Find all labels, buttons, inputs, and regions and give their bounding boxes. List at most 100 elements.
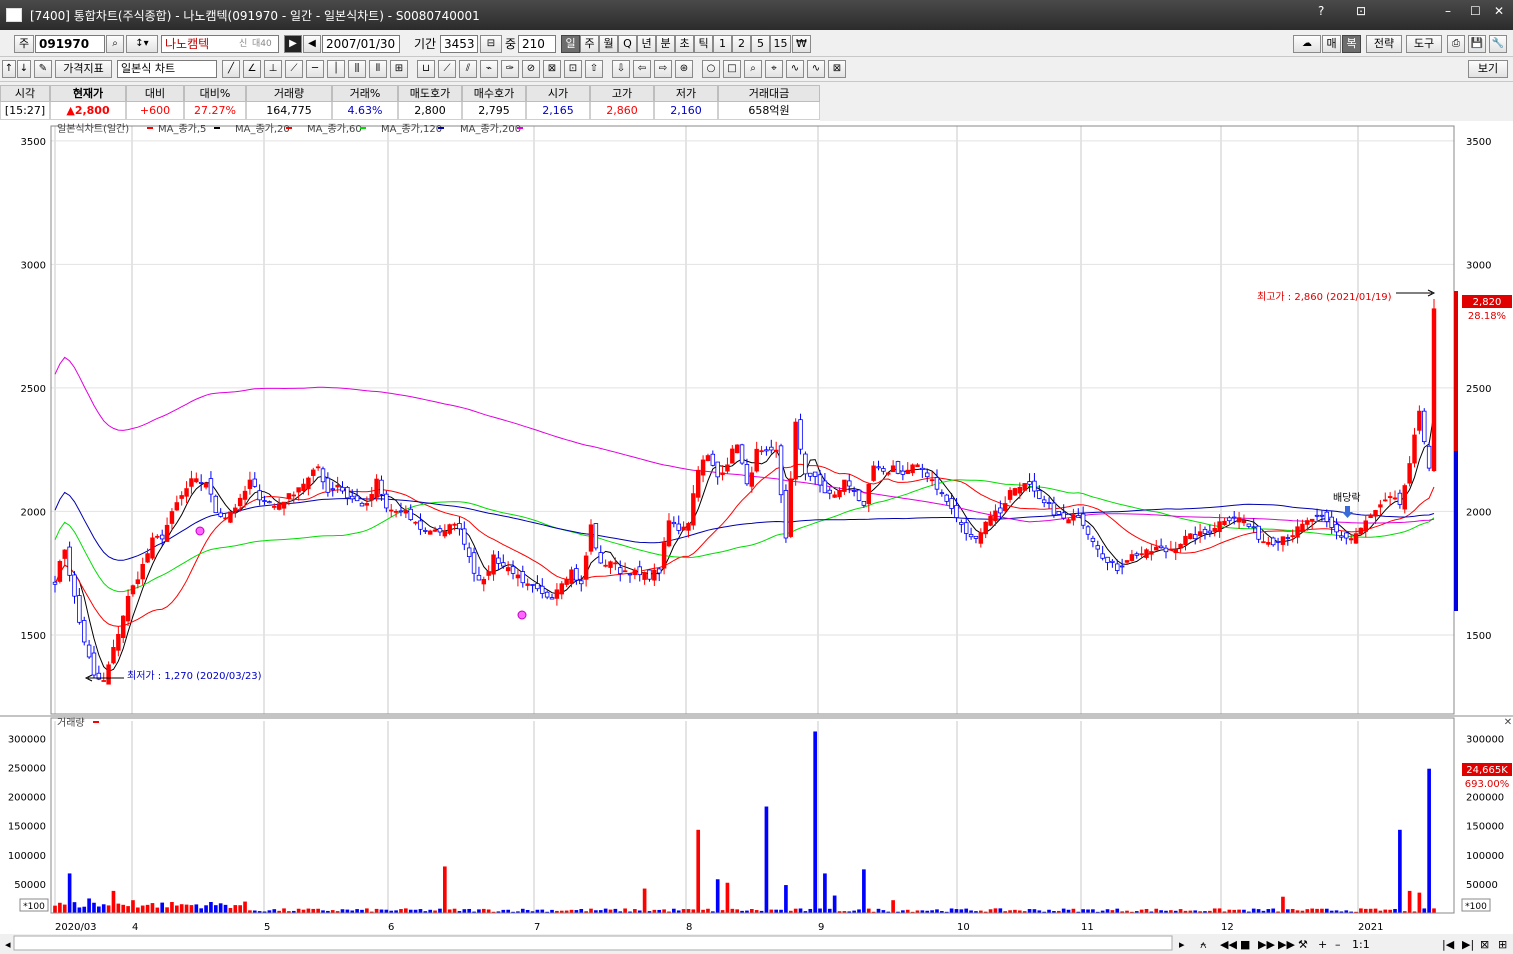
draw-tool-icon[interactable]: ⌕ xyxy=(744,60,762,78)
indicator-edit-icon[interactable]: ✎ xyxy=(34,60,52,78)
search-icon[interactable]: ⌕ xyxy=(106,35,124,53)
interval-1[interactable]: 1 xyxy=(713,35,732,53)
arrow-down-icon[interactable]: ↓ xyxy=(17,60,31,78)
save-icon[interactable]: 💾 xyxy=(1468,35,1486,53)
draw-tool-icon[interactable]: ─ xyxy=(306,60,324,78)
scroll-control-icon[interactable]: ▶▶ xyxy=(1258,938,1275,951)
scroll-control-icon[interactable]: ◂ xyxy=(5,938,11,951)
draw-tool-icon[interactable]: ∿ xyxy=(807,60,825,78)
market-selector[interactable]: 주 xyxy=(14,35,34,53)
draw-tool-icon[interactable]: ⟋ xyxy=(438,60,456,78)
volume-bar xyxy=(959,909,964,913)
scroll-control-icon[interactable]: ⚒ xyxy=(1298,938,1308,951)
draw-tool-icon[interactable]: │ xyxy=(327,60,345,78)
stock-chart[interactable]: 2020/03 4 5 6 7 8 9 10 11 12 2021 1500 1500 2000 2000 2… xyxy=(0,121,1513,954)
sort-icon[interactable]: ↕▾ xyxy=(126,35,158,53)
draw-tool-icon[interactable]: ⫼ xyxy=(348,60,366,78)
draw-tool-icon[interactable]: ⌖ xyxy=(765,60,783,78)
draw-tool-icon[interactable]: ⟋ xyxy=(285,60,303,78)
draw-tool-icon[interactable]: ╱ xyxy=(222,60,240,78)
scroll-control-icon[interactable]: ■ xyxy=(1240,938,1250,951)
scroll-control-icon[interactable]: ⊞ xyxy=(1498,938,1507,951)
view-count-input[interactable]: 210 xyxy=(518,35,556,53)
interval-quarter[interactable]: Q xyxy=(618,35,637,53)
draw-tool-icon[interactable]: ○ xyxy=(702,60,720,78)
scroll-control-icon[interactable]: + xyxy=(1318,938,1327,951)
print-icon[interactable]: ⎙ xyxy=(1447,35,1465,53)
draw-tool-icon[interactable]: ⊘ xyxy=(522,60,540,78)
volume-bar xyxy=(1310,908,1315,913)
trade-button[interactable]: 매 xyxy=(1322,35,1341,53)
arrow-up-icon[interactable]: ↑ xyxy=(2,60,16,78)
maximize-button[interactable]: ☐ xyxy=(1470,4,1481,18)
play-right-icon[interactable]: ▶ xyxy=(284,35,302,53)
close-button[interactable]: ✕ xyxy=(1494,4,1504,18)
date-input[interactable]: 2007/01/30 xyxy=(322,35,400,53)
currency-button[interactable]: ₩ xyxy=(792,35,811,53)
scroll-control-icon[interactable]: ▶▶ xyxy=(1278,938,1295,951)
draw-tool-icon[interactable]: □ xyxy=(723,60,741,78)
close-panel-icon[interactable]: ✕ xyxy=(1504,717,1512,728)
draw-tool-icon[interactable]: ⊠ xyxy=(543,60,561,78)
draw-tool-icon[interactable]: ⦀ xyxy=(369,60,387,78)
draw-tool-icon[interactable]: ⇦ xyxy=(633,60,651,78)
margin-badge: 대40 xyxy=(252,39,272,49)
interval-5[interactable]: 5 xyxy=(751,35,770,53)
interval-week[interactable]: 주 xyxy=(580,35,599,53)
interval-second[interactable]: 초 xyxy=(675,35,694,53)
interval-tick[interactable]: 틱 xyxy=(694,35,713,53)
draw-tool-icon[interactable]: ⇨ xyxy=(654,60,672,78)
minimize-button[interactable]: – xyxy=(1445,4,1451,18)
horizontal-scrollbar[interactable] xyxy=(13,935,1173,951)
strategy-button[interactable]: 전략 xyxy=(1366,35,1402,53)
interval-year[interactable]: 년 xyxy=(637,35,656,53)
quote-volume-pct: 4.63% xyxy=(332,102,398,120)
scroll-control-icon[interactable]: ⍲ xyxy=(1200,938,1207,951)
draw-tool-icon[interactable]: ⊞ xyxy=(390,60,408,78)
cloud-icon[interactable]: ☁ xyxy=(1293,35,1321,53)
period-input[interactable]: 3453 xyxy=(440,35,478,53)
draw-tool-icon[interactable]: ⌁ xyxy=(480,60,498,78)
candle-body xyxy=(1207,530,1213,534)
interval-2[interactable]: 2 xyxy=(732,35,751,53)
play-left-icon[interactable]: ◀ xyxy=(303,35,321,53)
scroll-control-icon[interactable]: ▸ xyxy=(1179,938,1185,951)
interval-month[interactable]: 월 xyxy=(599,35,618,53)
wrench-icon[interactable]: 🔧 xyxy=(1489,35,1507,53)
scroll-control-icon[interactable]: – xyxy=(1335,938,1341,951)
help-icon[interactable]: ? xyxy=(1318,4,1324,18)
main-toolbar: 주 091970 ⌕ ↕▾ 나노캠텍 신 대40 ▶ ◀ 2007/01/30 … xyxy=(0,31,1513,57)
candle-body xyxy=(535,583,540,590)
draw-tool-icon[interactable]: ✑ xyxy=(501,60,519,78)
stock-code-input[interactable]: 091970 xyxy=(35,35,105,53)
draw-tool-icon[interactable]: ⫽ xyxy=(459,60,477,78)
scroll-control-icon[interactable]: ◀◀ xyxy=(1220,938,1237,951)
interval-15[interactable]: 15 xyxy=(770,35,791,53)
scroll-control-icon[interactable]: |◀ xyxy=(1442,938,1455,951)
draw-tool-icon[interactable]: ∿ xyxy=(786,60,804,78)
candle-body xyxy=(886,472,891,475)
tools-button[interactable]: 도구 xyxy=(1406,35,1442,53)
chart-type-select[interactable]: 일본식 차트 xyxy=(117,60,217,78)
draw-tool-icon[interactable]: ⊛ xyxy=(675,60,693,78)
draw-tool-icon[interactable]: ⊠ xyxy=(828,60,846,78)
restore-layout-icon[interactable]: ⊡ xyxy=(1356,4,1366,18)
multi-button[interactable]: 복 xyxy=(1342,35,1361,53)
lock-icon[interactable]: ⊟ xyxy=(480,35,502,53)
scroll-control-icon[interactable]: ⊠ xyxy=(1480,938,1489,951)
scroll-control-icon[interactable]: ▶| xyxy=(1462,938,1474,951)
draw-tool-icon[interactable]: ⇧ xyxy=(585,60,603,78)
draw-tool-icon[interactable]: ⊥ xyxy=(264,60,282,78)
interval-minute[interactable]: 분 xyxy=(656,35,675,53)
price-indicator-button[interactable]: 가격지표 xyxy=(55,60,112,78)
candle-body xyxy=(569,569,574,584)
interval-day[interactable]: 일 xyxy=(561,35,580,53)
draw-tool-icon[interactable]: ⊡ xyxy=(564,60,582,78)
draw-tool-icon[interactable]: ⊔ xyxy=(417,60,435,78)
scroll-control-icon[interactable]: 1:1 xyxy=(1352,938,1370,951)
candle-body xyxy=(681,526,686,531)
draw-tool-icon[interactable]: ⇩ xyxy=(612,60,630,78)
candle-body xyxy=(710,453,716,466)
draw-tool-icon[interactable]: ∠ xyxy=(243,60,261,78)
view-button[interactable]: 보기 xyxy=(1468,60,1508,78)
